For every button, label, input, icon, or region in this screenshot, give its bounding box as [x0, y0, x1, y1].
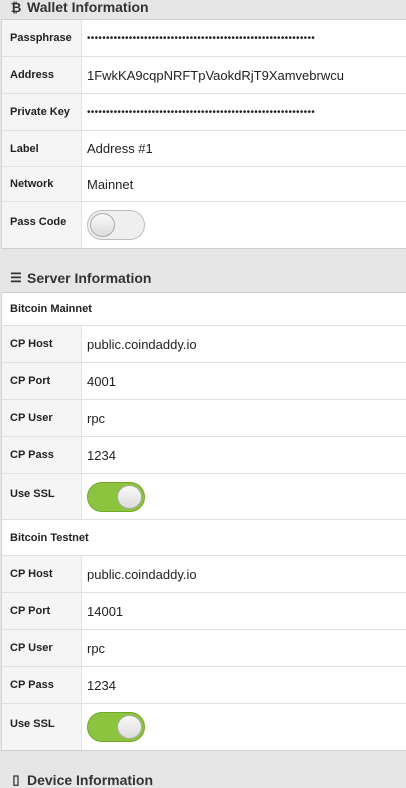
passphrase-label: Passphrase: [2, 20, 82, 56]
use-ssl-label: Use SSL: [2, 704, 82, 750]
label-value[interactable]: Address #1: [82, 131, 406, 166]
address-value[interactable]: 1FwkKA9cqpNRFTpVaokdRjT9Xamvebrwcu: [82, 57, 406, 93]
testnet-host-value[interactable]: public.coindaddy.io: [82, 556, 406, 592]
pass-code-toggle[interactable]: [87, 210, 145, 240]
mainnet-user-row: CP User rpc: [2, 400, 406, 437]
network-row: Network Mainnet: [2, 167, 406, 202]
testnet-pass-row: CP Pass 1234: [2, 667, 406, 704]
server-section-header: ☰ Server Information: [0, 267, 406, 289]
mainnet-subheading: Bitcoin Mainnet: [2, 293, 406, 326]
network-value[interactable]: Mainnet: [82, 167, 406, 201]
cp-port-label: CP Port: [2, 363, 82, 399]
testnet-subheading: Bitcoin Testnet: [2, 520, 406, 556]
cp-host-label: CP Host: [2, 556, 82, 592]
cp-pass-label: CP Pass: [2, 667, 82, 703]
testnet-ssl-row: Use SSL: [2, 704, 406, 750]
address-row: Address 1FwkKA9cqpNRFTpVaokdRjT9Xamvebrw…: [2, 57, 406, 94]
server-icon: ☰: [10, 270, 22, 285]
pass-code-row: Pass Code: [2, 202, 406, 248]
device-section-title: Device Information: [27, 772, 154, 788]
mainnet-host-row: CP Host public.coindaddy.io: [2, 326, 406, 363]
device-section-header: ▯ Device Information: [0, 772, 406, 788]
mainnet-port-value[interactable]: 4001: [82, 363, 406, 399]
network-label: Network: [2, 167, 82, 201]
label-row: Label Address #1: [2, 131, 406, 167]
mainnet-ssl-toggle[interactable]: [87, 481, 145, 512]
address-label: Address: [2, 57, 82, 93]
private-key-value[interactable]: ••••••••••••••••••••••••••••••••••••••••…: [82, 94, 406, 130]
testnet-port-row: CP Port 14001: [2, 593, 406, 630]
cp-port-label: CP Port: [2, 593, 82, 629]
private-key-row: Private Key ••••••••••••••••••••••••••••…: [2, 94, 406, 131]
mainnet-port-row: CP Port 4001: [2, 363, 406, 400]
testnet-pass-value[interactable]: 1234: [82, 667, 406, 703]
testnet-ssl-toggle[interactable]: [87, 712, 145, 742]
cp-user-label: CP User: [2, 400, 82, 436]
wallet-section-title: Wallet Information: [27, 0, 149, 15]
passphrase-row: Passphrase •••••••••••••••••••••••••••••…: [2, 20, 406, 57]
cp-pass-label: CP Pass: [2, 437, 82, 473]
mainnet-pass-value[interactable]: 1234: [82, 437, 406, 473]
toggle-knob: [117, 484, 142, 509]
use-ssl-label: Use SSL: [2, 474, 82, 519]
cp-user-label: CP User: [2, 630, 82, 666]
server-panel: Bitcoin Mainnet CP Host public.coindaddy…: [1, 292, 406, 751]
mainnet-host-value[interactable]: public.coindaddy.io: [82, 326, 406, 362]
cp-host-label: CP Host: [2, 326, 82, 362]
wallet-section-header: ₿ Wallet Information: [0, 0, 406, 15]
bitcoin-icon: ₿: [10, 0, 22, 15]
pass-code-label: Pass Code: [2, 202, 82, 248]
private-key-label: Private Key: [2, 94, 82, 130]
server-section-title: Server Information: [27, 270, 152, 286]
passphrase-value[interactable]: ••••••••••••••••••••••••••••••••••••••••…: [82, 20, 406, 56]
testnet-port-value[interactable]: 14001: [82, 593, 406, 629]
label-label: Label: [2, 131, 82, 166]
testnet-user-row: CP User rpc: [2, 630, 406, 667]
toggle-knob: [117, 715, 142, 739]
mainnet-ssl-row: Use SSL: [2, 474, 406, 520]
toggle-knob: [90, 213, 115, 237]
mainnet-pass-row: CP Pass 1234: [2, 437, 406, 474]
mainnet-user-value[interactable]: rpc: [82, 400, 406, 436]
wallet-panel: Passphrase •••••••••••••••••••••••••••••…: [1, 19, 406, 249]
testnet-host-row: CP Host public.coindaddy.io: [2, 556, 406, 593]
testnet-user-value[interactable]: rpc: [82, 630, 406, 666]
mobile-phone-icon: ▯: [12, 772, 20, 787]
